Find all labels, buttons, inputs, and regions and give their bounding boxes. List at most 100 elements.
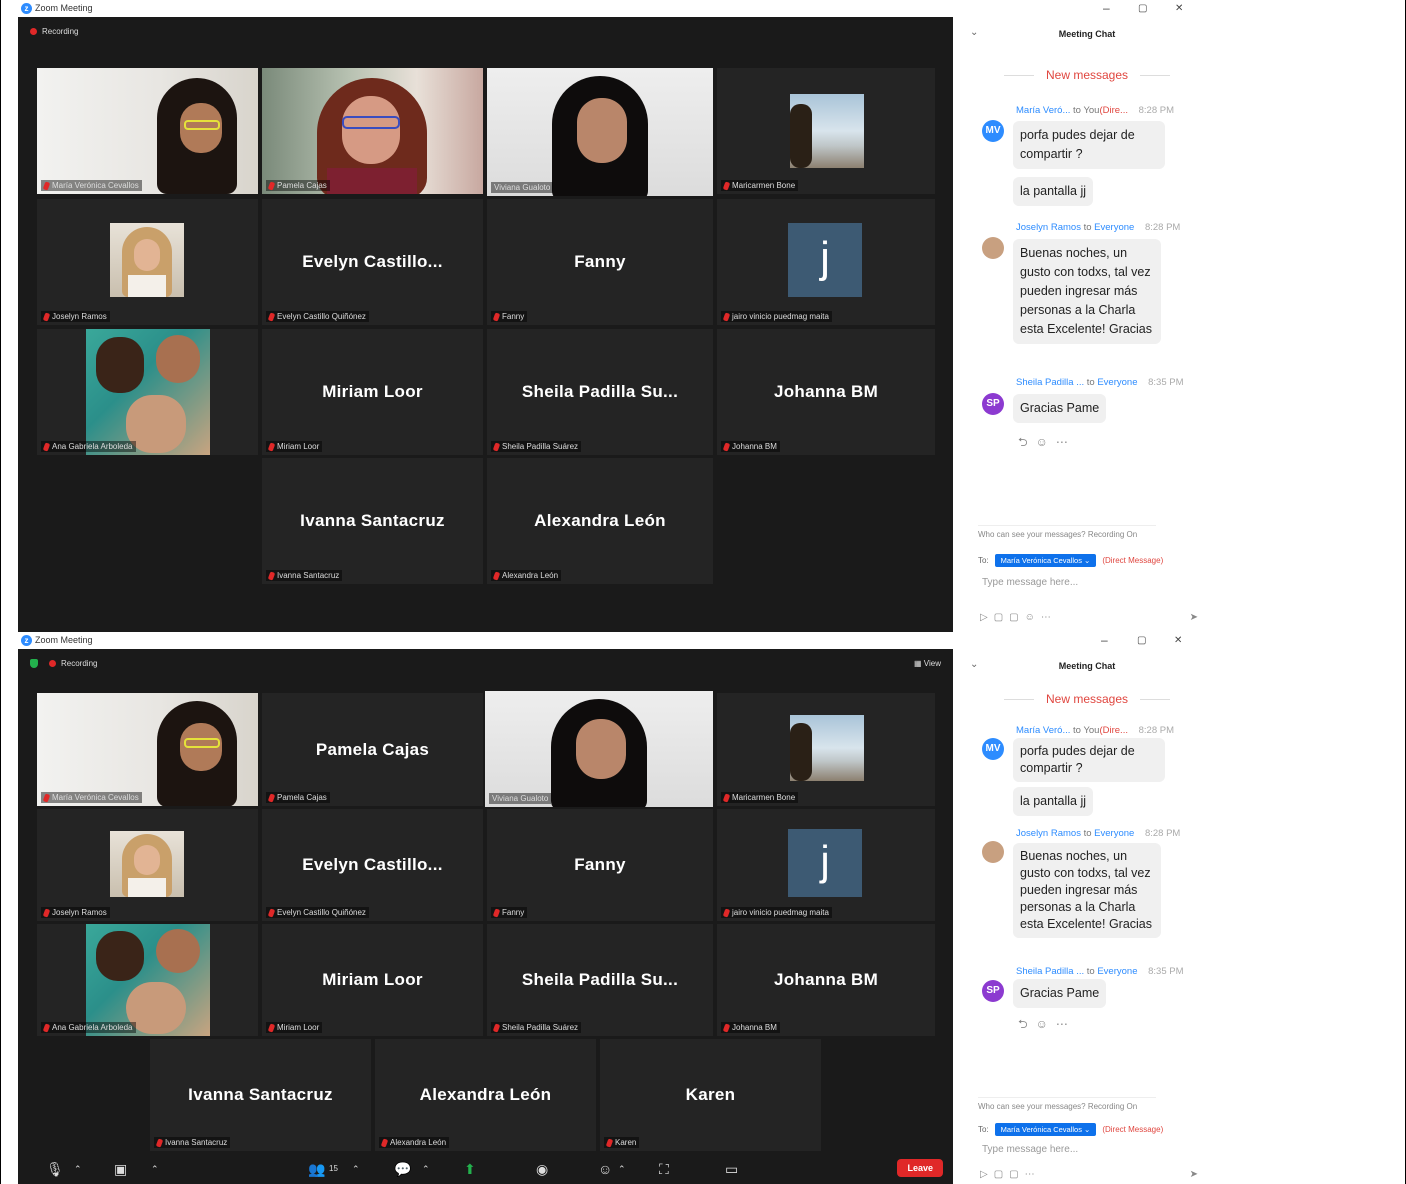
video-tile[interactable]: Miriam Loor Miriam Loor bbox=[262, 329, 483, 455]
video-tile[interactable]: Ivanna Santacruz Ivanna Santacruz bbox=[150, 1039, 371, 1151]
more-icon[interactable]: ⋯ bbox=[1056, 1017, 1076, 1031]
video-tile[interactable]: Joselyn Ramos bbox=[37, 809, 258, 921]
code-icon[interactable]: ▢ bbox=[994, 1169, 1009, 1180]
video-tile[interactable]: Alexandra León Alexandra León bbox=[487, 458, 713, 584]
reply-icon[interactable]: ⮌ bbox=[1018, 435, 1036, 449]
recording-indicator[interactable]: Recording bbox=[30, 659, 97, 668]
sender-name[interactable]: Joselyn Ramos bbox=[1016, 222, 1081, 233]
message-bubble[interactable]: porfa pudes dejar de compartir ? bbox=[1013, 121, 1165, 169]
video-tile[interactable]: María Verónica Cevallos bbox=[37, 693, 258, 806]
new-messages-divider[interactable]: New messages bbox=[958, 68, 1216, 82]
send-icon[interactable]: ➤ bbox=[1190, 612, 1198, 623]
apps-icon[interactable]: ⛶ bbox=[659, 1161, 669, 1178]
chat-message-input[interactable]: Type message here... bbox=[982, 577, 1078, 588]
close-button[interactable]: ✕ bbox=[1174, 635, 1182, 646]
video-tile[interactable]: Miriam Loor Miriam Loor bbox=[262, 924, 483, 1036]
minimize-button[interactable]: – bbox=[1101, 633, 1108, 647]
video-tile[interactable]: Joselyn Ramos bbox=[37, 199, 258, 325]
more-icon[interactable]: ⋯ bbox=[1041, 612, 1057, 623]
video-tile[interactable]: Ana Gabriela Arboleda bbox=[37, 329, 258, 455]
emoji-reaction-icon[interactable]: ☺ bbox=[1036, 435, 1056, 449]
mic-muted-icon bbox=[722, 441, 731, 452]
reply-icon[interactable]: ⮌ bbox=[1018, 1017, 1036, 1031]
video-tile[interactable]: Fanny Fanny bbox=[487, 199, 713, 325]
video-tile-active-speaker[interactable]: Viviana Gualoto bbox=[487, 68, 713, 196]
minimize-button[interactable]: – bbox=[1103, 1, 1110, 15]
message-bubble[interactable]: Buenas noches, un gusto con todxs, tal v… bbox=[1013, 239, 1161, 344]
chevron-up-icon[interactable]: ⌃ bbox=[618, 1164, 626, 1175]
video-tile[interactable]: Pamela Cajas bbox=[262, 68, 483, 194]
video-tile[interactable]: Sheila Padilla Su... Sheila Padilla Suár… bbox=[487, 329, 713, 455]
video-tile[interactable]: Alexandra León Alexandra León bbox=[375, 1039, 596, 1151]
recipient-dropdown[interactable]: María Verónica Cevallos ⌄ bbox=[994, 1123, 1097, 1136]
chevron-up-icon[interactable]: ⌃ bbox=[422, 1164, 430, 1175]
share-screen-icon[interactable]: ⬆ bbox=[464, 1161, 476, 1178]
more-icon[interactable]: ⋯ bbox=[1056, 435, 1076, 449]
emoji-icon[interactable]: ☺ bbox=[1025, 612, 1041, 623]
video-tile[interactable]: Maricarmen Bone bbox=[717, 68, 935, 194]
reactions-icon[interactable]: ☺ bbox=[598, 1161, 612, 1177]
participant-name: Ivanna Santacruz bbox=[188, 1085, 333, 1104]
video-tile[interactable]: Johanna BM Johanna BM bbox=[717, 329, 935, 455]
glasses-shape bbox=[184, 738, 220, 748]
video-tile[interactable]: Karen Karen bbox=[600, 1039, 821, 1151]
video-tile[interactable]: Sheila Padilla Su... Sheila Padilla Suár… bbox=[487, 924, 713, 1036]
close-button[interactable]: ✕ bbox=[1175, 3, 1183, 14]
security-shield-icon[interactable] bbox=[30, 659, 38, 668]
mic-muted-icon bbox=[380, 1137, 389, 1148]
face-shape bbox=[156, 335, 200, 383]
chevron-up-icon[interactable]: ⌃ bbox=[151, 1164, 159, 1175]
participant-name: Alexandra León bbox=[534, 511, 666, 530]
message-bubble[interactable]: Buenas noches, un gusto con todxs, tal v… bbox=[1013, 843, 1161, 938]
microphone-muted-icon[interactable]: 🎙 bbox=[46, 1161, 64, 1178]
sender-name[interactable]: Joselyn Ramos bbox=[1016, 828, 1081, 839]
video-tile-active-speaker[interactable]: Viviana Gualoto bbox=[485, 691, 713, 807]
format-icon[interactable]: ▷ bbox=[980, 612, 994, 623]
chevron-up-icon[interactable]: ⌃ bbox=[352, 1164, 360, 1175]
video-off-icon[interactable]: ▣ bbox=[114, 1161, 127, 1178]
sender-name[interactable]: Sheila Padilla ... bbox=[1016, 377, 1084, 388]
video-tile[interactable]: Fanny Fanny bbox=[487, 809, 713, 921]
video-tile[interactable]: María Verónica Cevallos bbox=[37, 68, 258, 194]
video-tile[interactable]: j jairo vinicio puedmag maita bbox=[717, 199, 935, 325]
sender-name[interactable]: Sheila Padilla ... bbox=[1016, 966, 1084, 977]
code-icon[interactable]: ▢ bbox=[994, 612, 1009, 623]
privacy-notice[interactable]: Who can see your messages? Recording On bbox=[978, 1097, 1156, 1111]
video-tile[interactable]: Johanna BM Johanna BM bbox=[717, 924, 935, 1036]
restore-button[interactable]: ▢ bbox=[1137, 635, 1146, 646]
message-bubble[interactable]: Gracias Pame bbox=[1013, 979, 1107, 1008]
recording-indicator[interactable]: Recording bbox=[30, 27, 78, 36]
emoji-reaction-icon[interactable]: ☺ bbox=[1036, 1017, 1056, 1031]
chat-icon[interactable]: 💬 bbox=[394, 1161, 411, 1178]
sender-name[interactable]: María Veró... bbox=[1016, 725, 1070, 736]
video-tile[interactable]: Evelyn Castillo... Evelyn Castillo Quiñó… bbox=[262, 809, 483, 921]
chat-message-input[interactable]: Type message here... bbox=[982, 1144, 1078, 1155]
message-bubble[interactable]: Gracias Pame bbox=[1013, 394, 1107, 423]
video-tile[interactable]: Pamela Cajas Pamela Cajas bbox=[262, 693, 483, 806]
view-button[interactable]: ▦ View bbox=[914, 659, 941, 668]
message-bubble[interactable]: porfa pudes dejar de compartir ? bbox=[1013, 738, 1165, 782]
leave-button[interactable]: Leave bbox=[897, 1159, 943, 1177]
privacy-notice[interactable]: Who can see your messages? Recording On bbox=[978, 525, 1156, 539]
video-tile[interactable]: Ivanna Santacruz Ivanna Santacruz bbox=[262, 458, 483, 584]
video-tile[interactable]: Maricarmen Bone bbox=[717, 693, 935, 806]
participants-icon[interactable]: 👥 bbox=[308, 1161, 325, 1178]
whiteboard-icon[interactable]: ▭ bbox=[725, 1161, 738, 1178]
more-icon[interactable]: ⋯ bbox=[1025, 1169, 1041, 1180]
record-icon[interactable]: ◉ bbox=[536, 1161, 548, 1178]
sender-name[interactable]: María Veró... bbox=[1016, 105, 1070, 116]
send-icon[interactable]: ➤ bbox=[1190, 1169, 1198, 1180]
file-icon[interactable]: ▢ bbox=[1009, 1169, 1024, 1180]
message-bubble[interactable]: la pantalla jj bbox=[1013, 787, 1094, 816]
message-bubble[interactable]: la pantalla jj bbox=[1013, 177, 1094, 206]
recipient-dropdown[interactable]: María Verónica Cevallos ⌄ bbox=[994, 554, 1097, 567]
video-tile[interactable]: Evelyn Castillo... Evelyn Castillo Quiñó… bbox=[262, 199, 483, 325]
chevron-up-icon[interactable]: ⌃ bbox=[74, 1164, 82, 1175]
file-icon[interactable]: ▢ bbox=[1009, 612, 1024, 623]
format-icon[interactable]: ▷ bbox=[980, 1169, 994, 1180]
restore-button[interactable]: ▢ bbox=[1138, 3, 1147, 14]
meeting-toolbar: 🎙 ⌃ ▣ ⌃ 👥 15 ⌃ 💬 ⌃ ⬆ ◉ ☺ ⌃ ⛶ ▭ Leave bbox=[18, 1154, 953, 1184]
video-tile[interactable]: j jairo vinicio puedmag maita bbox=[717, 809, 935, 921]
new-messages-divider[interactable]: New messages bbox=[958, 692, 1216, 706]
video-tile[interactable]: Ana Gabriela Arboleda bbox=[37, 924, 258, 1036]
